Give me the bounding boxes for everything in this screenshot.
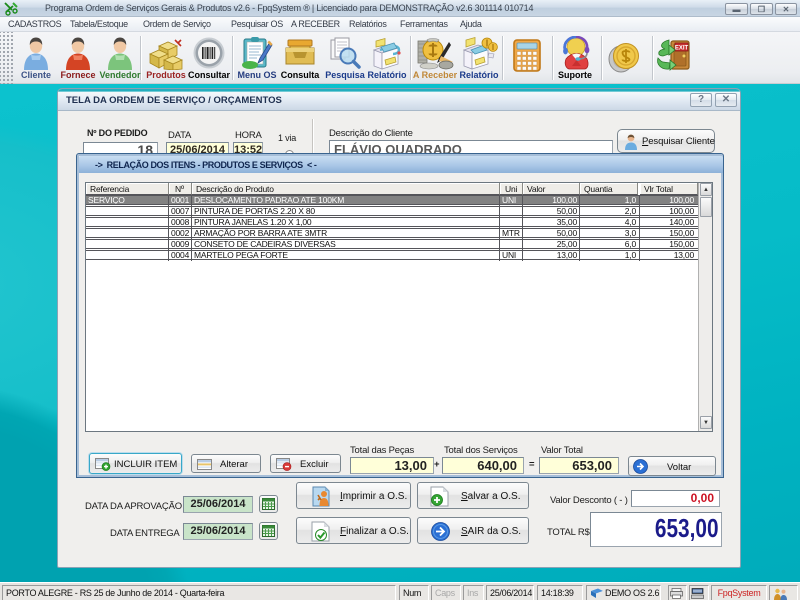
svg-text:EXIT: EXIT [675, 46, 689, 52]
